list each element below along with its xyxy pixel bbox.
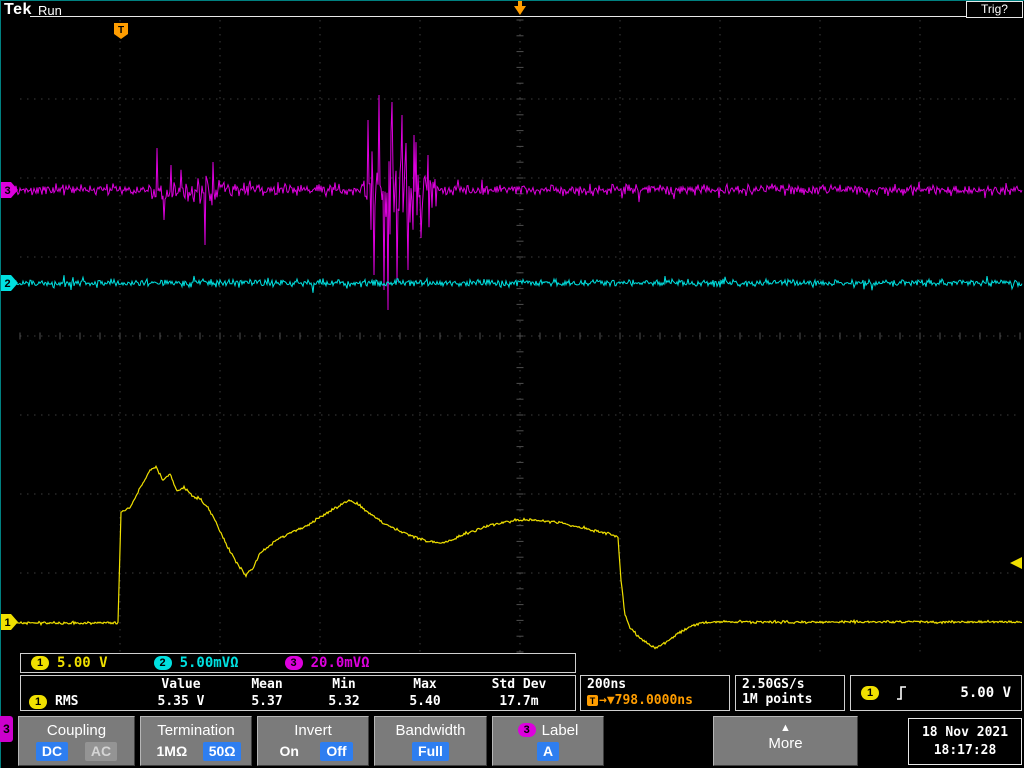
chevron-up-icon: ▲	[780, 722, 791, 734]
ch3-badge: 3	[284, 656, 303, 670]
option-ac[interactable]: AC	[84, 742, 118, 761]
tek-logo: Tek	[4, 1, 32, 18]
horizontal-readout: 200ns T →▼ 798.0000ns	[580, 675, 730, 711]
svg-text:2: 2	[4, 278, 10, 290]
channel-position-marker-ch2[interactable]: 2	[1, 275, 18, 291]
timebase: 200ns	[587, 677, 627, 692]
delay-arrows-icon: →▼	[599, 693, 615, 708]
record-view-line	[30, 16, 1022, 17]
ch1-scale: 5.00 V	[57, 655, 108, 671]
record-length: 1M points	[742, 692, 813, 707]
sample-rate: 2.50GS/s	[742, 677, 805, 692]
menu-channel-badge: 3	[0, 716, 13, 742]
menu-button-termination[interactable]: Termination 1MΩ 50Ω	[140, 716, 252, 766]
option-dc[interactable]: DC	[35, 742, 69, 761]
screen-edge-left	[0, 0, 1, 768]
time-text: 18:17:28	[933, 743, 997, 758]
measurement-ch-badge: 1	[29, 694, 47, 709]
menu-title-coupling: Coupling	[46, 721, 107, 739]
rms-min: 5.32	[328, 694, 360, 709]
col-max: Max	[413, 677, 437, 692]
trigger-readout: 1 5.00 V	[850, 675, 1022, 711]
horizontal-position-arrow[interactable]	[514, 1, 526, 15]
date-text: 18 Nov 2021	[921, 725, 1009, 740]
graticule-grid	[19, 19, 1021, 653]
rms-max: 5.40	[409, 694, 441, 709]
acquisition-readout: 2.50GS/s 1M points	[735, 675, 845, 711]
ch3-scale-readout: 3 20.0mVΩ	[284, 655, 370, 671]
menu-button-more[interactable]: ▲ More	[713, 716, 858, 766]
channel-scales-bar: 1 5.00 V 2 5.00mVΩ 3 20.0mVΩ	[20, 653, 576, 673]
label-channel-badge: 3	[517, 723, 536, 737]
svg-text:T: T	[118, 25, 124, 36]
col-value: Value	[161, 677, 201, 692]
waveform-ch2	[11, 275, 1023, 293]
option-bandwidth-full[interactable]: Full	[412, 742, 449, 761]
trigger-level: 5.00 V	[960, 685, 1011, 701]
col-mean: Mean	[251, 677, 283, 692]
trigger-source-badge: 1	[861, 686, 879, 700]
option-invert-on[interactable]: On	[273, 742, 304, 761]
rms-stddev: 17.7m	[499, 694, 539, 709]
ch2-scale: 5.00mVΩ	[179, 655, 239, 671]
svg-text:3: 3	[4, 185, 10, 197]
ch3-scale: 20.0mVΩ	[310, 655, 370, 671]
trigger-slope-icon	[897, 686, 906, 700]
datetime-display: 18 Nov 2021 18:17:28	[908, 718, 1022, 765]
rms-value: 5.35 V	[157, 694, 205, 709]
trigger-delay-icon: T	[587, 695, 598, 706]
trigger-level-arrow[interactable]	[1010, 557, 1022, 569]
measurement-table: Value Mean Min Max Std Dev 1 RMS 5.35 V …	[20, 675, 576, 711]
svg-text:1: 1	[4, 617, 10, 629]
menu-title-label: Label	[541, 721, 579, 739]
menu-button-invert[interactable]: Invert On Off	[257, 716, 369, 766]
col-min: Min	[332, 677, 356, 692]
delay-readout: T →▼ 798.0000ns	[587, 693, 723, 708]
menu-button-label[interactable]: 3 Label A	[492, 716, 604, 766]
ch2-scale-readout: 2 5.00mVΩ	[153, 655, 239, 671]
trigger-point-marker[interactable]: T	[114, 23, 128, 39]
menu-title-more: More	[768, 735, 803, 752]
screen-edge-top	[0, 0, 1024, 1]
menu-button-bandwidth[interactable]: Bandwidth Full	[374, 716, 487, 766]
option-1mohm[interactable]: 1MΩ	[151, 742, 194, 761]
ch1-badge: 1	[31, 656, 49, 670]
measurement-row-rms: 1 RMS 5.35 V 5.37 5.32 5.40 17.7m	[21, 693, 575, 710]
trigger-status: Trig?	[966, 1, 1023, 18]
menu-button-coupling[interactable]: Coupling DC AC	[18, 716, 135, 766]
menu-title-invert: Invert	[294, 721, 332, 739]
channel-position-marker-ch3[interactable]: 3	[1, 182, 18, 198]
col-stddev: Std Dev	[491, 677, 547, 692]
measurement-name: RMS	[55, 694, 79, 709]
option-invert-off[interactable]: Off	[320, 742, 353, 761]
option-50ohm[interactable]: 50Ω	[202, 742, 242, 761]
measurement-header-row: Value Mean Min Max Std Dev	[21, 676, 575, 693]
waveform-ch3	[11, 94, 1023, 311]
menu-title-bandwidth: Bandwidth	[395, 721, 466, 739]
ch1-scale-readout: 1 5.00 V	[31, 655, 108, 671]
channel-position-marker-ch1[interactable]: 1	[1, 614, 18, 630]
menu-title-termination: Termination	[157, 721, 235, 739]
option-label-a[interactable]: A	[536, 742, 560, 761]
ch2-badge: 2	[153, 656, 172, 670]
rms-mean: 5.37	[251, 694, 283, 709]
delay-value: 798.0000ns	[614, 693, 693, 708]
